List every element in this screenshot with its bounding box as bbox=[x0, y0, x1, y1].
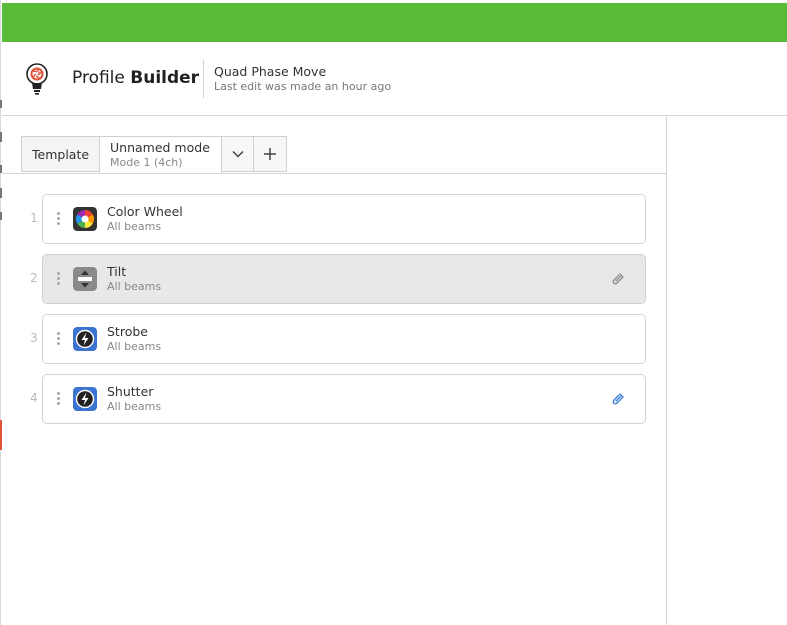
capability-row: 1 Color Wheel All beams bbox=[2, 194, 666, 244]
mode-dropdown-button[interactable] bbox=[221, 136, 254, 172]
color-wheel-icon bbox=[73, 207, 97, 231]
capability-scope: All beams bbox=[107, 340, 162, 353]
drag-handle-icon[interactable] bbox=[55, 272, 61, 288]
capability-scope: All beams bbox=[107, 220, 162, 233]
tab-mode-sub: Mode 1 (4ch) bbox=[110, 156, 183, 169]
tilt-icon bbox=[73, 267, 97, 291]
link-icon[interactable] bbox=[611, 392, 625, 406]
profile-name[interactable]: Quad Phase Move bbox=[214, 64, 326, 79]
mode-tabbar: Template Unnamed mode Mode 1 (4ch) bbox=[2, 116, 666, 174]
capability-scope: All beams bbox=[107, 280, 162, 293]
row-number: 3 bbox=[30, 331, 38, 345]
last-edit-text: Last edit was made an hour ago bbox=[214, 80, 392, 93]
shutter-icon bbox=[73, 387, 97, 411]
window-left-edge bbox=[0, 0, 1, 625]
capability-row: 4 Shutter All beams bbox=[2, 374, 666, 424]
capability-row: 3 Strobe All beams bbox=[2, 314, 666, 364]
header: Profile Builder Quad Phase Move Last edi… bbox=[2, 42, 787, 116]
capability-row: 2 Tilt All beams bbox=[2, 254, 666, 304]
capability-card[interactable]: Shutter All beams bbox=[42, 374, 646, 424]
plus-icon bbox=[264, 148, 276, 160]
add-mode-button[interactable] bbox=[253, 136, 287, 172]
strobe-icon bbox=[73, 327, 97, 351]
tab-mode[interactable]: Unnamed mode Mode 1 (4ch) bbox=[99, 136, 222, 173]
capability-scope: All beams bbox=[107, 400, 162, 413]
capability-name: Strobe bbox=[107, 324, 148, 339]
app-title-normal: Profile bbox=[72, 68, 125, 88]
row-number: 1 bbox=[30, 211, 38, 225]
tab-mode-name: Unnamed mode bbox=[110, 140, 210, 155]
drag-handle-icon[interactable] bbox=[55, 332, 61, 348]
capability-card[interactable]: Strobe All beams bbox=[42, 314, 646, 364]
mode-editor: Template Unnamed mode Mode 1 (4ch) 1 Col… bbox=[2, 116, 666, 625]
drag-handle-icon[interactable] bbox=[55, 392, 61, 408]
capability-name: Tilt bbox=[107, 264, 127, 279]
app-title: Profile Builder bbox=[72, 68, 199, 88]
capability-name: Shutter bbox=[107, 384, 154, 399]
capability-card[interactable]: Color Wheel All beams bbox=[42, 194, 646, 244]
capability-card-selected[interactable]: Tilt All beams bbox=[42, 254, 646, 304]
tab-template[interactable]: Template bbox=[21, 136, 100, 172]
tab-template-label: Template bbox=[32, 147, 90, 162]
app-title-bold: Builder bbox=[130, 68, 200, 88]
header-divider bbox=[203, 60, 204, 98]
chevron-down-icon bbox=[231, 150, 244, 158]
link-icon[interactable] bbox=[611, 272, 625, 286]
app-logo-icon bbox=[26, 63, 48, 95]
app-top-bar bbox=[2, 3, 787, 42]
row-number: 2 bbox=[30, 271, 38, 285]
row-number: 4 bbox=[30, 391, 38, 405]
right-panel bbox=[666, 116, 787, 625]
capability-name: Color Wheel bbox=[107, 204, 183, 219]
drag-handle-icon[interactable] bbox=[55, 212, 61, 228]
